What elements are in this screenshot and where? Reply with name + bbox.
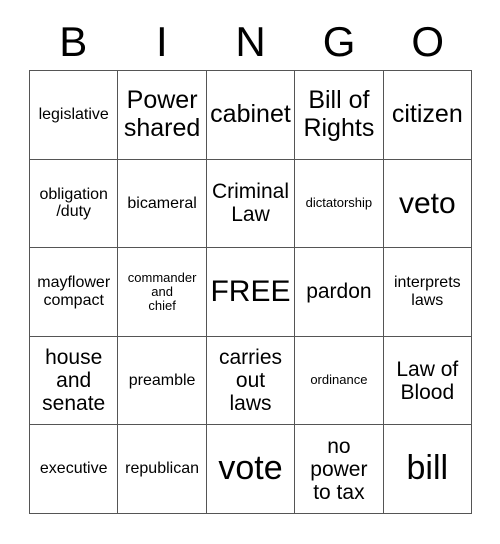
bingo-header-letter-i: I [156,18,168,65]
bingo-cell-label: mayflower compact [37,274,111,309]
bingo-cell[interactable]: pardon [295,248,384,337]
bingo-cell[interactable]: Law of Blood [383,336,472,426]
bingo-cell[interactable]: interprets laws [383,248,472,337]
bingo-cell-label: preamble [128,371,196,389]
bingo-cell[interactable]: republican [118,425,207,514]
bingo-cell-label: FREE [210,275,291,309]
bingo-grid: legislative Power shared cabinet Bill of Ri… [29,70,472,514]
bingo-header-letter-n: N [235,18,266,65]
bingo-cell[interactable]: mayflower compact [30,248,119,337]
bingo-cell-label: Bill of Rights [303,86,375,142]
bingo-cell[interactable]: executive [30,425,119,514]
bingo-cell[interactable]: Criminal Law [206,159,296,249]
bingo-cell[interactable]: citizen [383,71,472,160]
bingo-card: B I N G O legislative Power shared cabinet… [0,0,500,544]
bingo-cell[interactable]: bicameral [118,159,207,249]
bingo-cell[interactable]: Power shared [118,71,207,160]
bingo-cell-label: dictatorship [305,195,373,211]
bingo-cell[interactable]: dictatorship [295,159,384,249]
bingo-cell-label: legislative [38,106,109,123]
bingo-cell-label: commander and chief [127,269,197,314]
bingo-cell-label: Criminal Law [211,180,289,227]
bingo-cell[interactable]: vote [206,425,296,514]
bingo-cell-label: house and senate [42,345,106,416]
bingo-cell-label: executive [39,460,108,478]
bingo-header-letter-o: O [411,18,444,65]
bingo-cell[interactable]: preamble [118,336,207,426]
bingo-cell-label: pardon [306,280,372,304]
bingo-header-letter-g: G [322,18,356,65]
bingo-cell[interactable]: veto [383,159,472,249]
bingo-cell[interactable]: ordinance [295,336,384,426]
bingo-header: B I N G O [29,14,472,70]
bingo-cell-label: carries out laws [218,345,282,416]
bingo-cell[interactable]: carries out laws [206,336,296,426]
bingo-cell-label: vote [218,449,283,488]
bingo-cell-label: citizen [391,100,463,129]
bingo-cell-label: Power shared [123,86,201,142]
bingo-header-letter-b: B [59,18,88,65]
bingo-cell[interactable]: no power to tax [295,425,384,514]
bingo-cell-label: obligation /duty [39,185,108,221]
bingo-cell-label: republican [125,460,199,478]
bingo-cell[interactable]: house and senate [30,336,119,426]
bingo-cell-label: cabinet [210,100,291,129]
bingo-cell[interactable]: legislative [30,71,119,160]
bingo-cell-label: bill [406,449,449,488]
bingo-cell[interactable]: bill [383,425,472,514]
bingo-cell[interactable]: obligation /duty [30,159,119,249]
bingo-cell-label: interprets laws [393,274,461,309]
bingo-cell-label: no power to tax [310,434,368,504]
bingo-cell-label: Law of Blood [396,357,459,404]
bingo-cell[interactable]: cabinet [206,71,296,160]
bingo-cell-label: bicameral [127,194,197,212]
bingo-cell-free[interactable]: FREE [206,248,296,337]
bingo-cell-label: ordinance [310,372,368,388]
bingo-cell-label: veto [398,186,456,220]
bingo-cell[interactable]: Bill of Rights [295,71,384,160]
bingo-cell[interactable]: commander and chief [118,248,207,337]
